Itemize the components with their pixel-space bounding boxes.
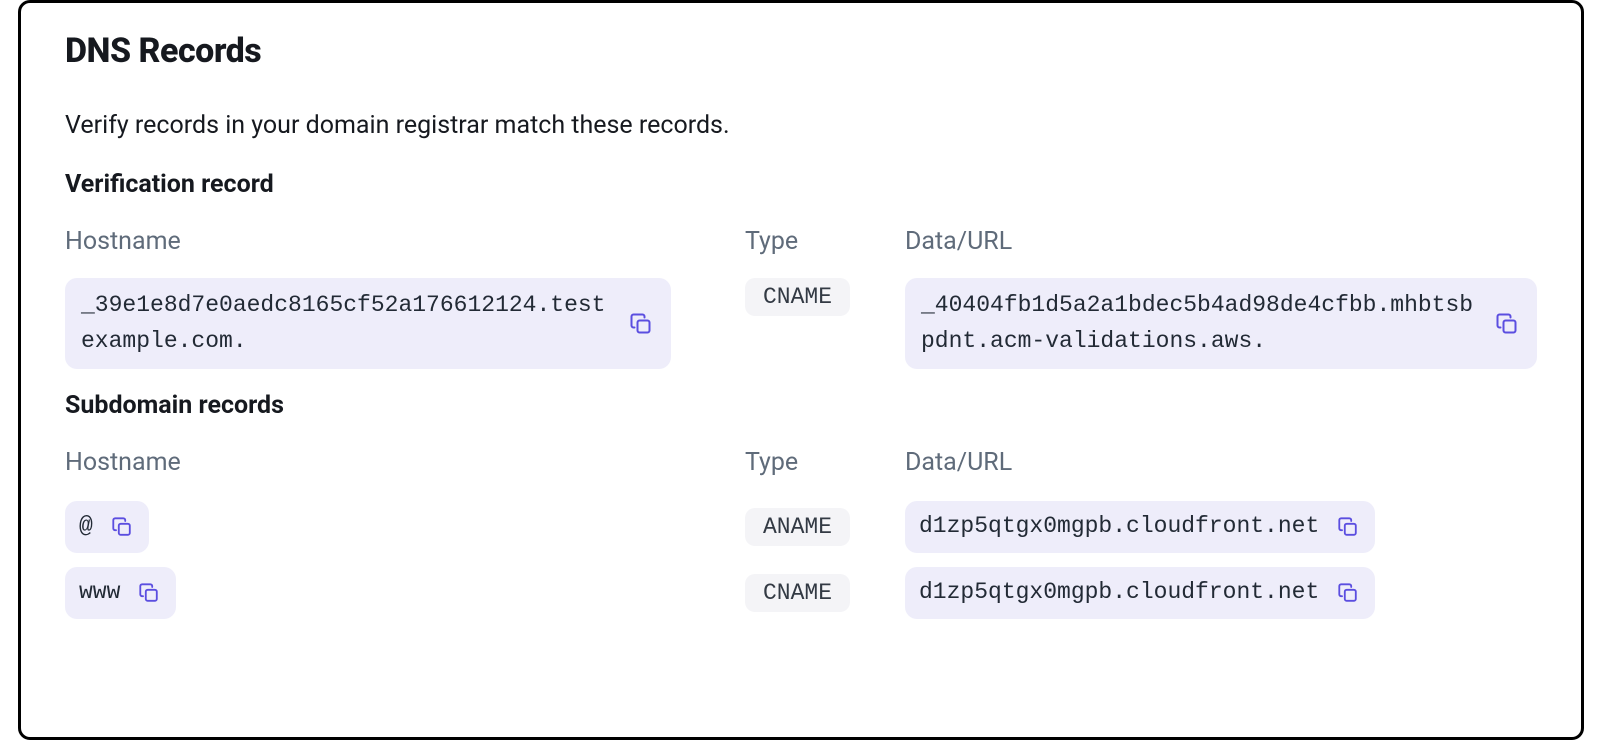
copy-button[interactable] [1335, 580, 1361, 606]
verification-record-row: _39e1e8d7e0aedc8165cf52a176612124.testex… [65, 278, 1537, 369]
subdomain-type-pill: ANAME [745, 508, 850, 546]
header-hostname: Hostname [65, 227, 745, 256]
verification-hostname-value: _39e1e8d7e0aedc8165cf52a176612124.testex… [81, 288, 611, 359]
verification-data-pill: _40404fb1d5a2a1bdec5b4ad98de4cfbb.mhbtsb… [905, 278, 1537, 369]
verification-record-label: Verification record [65, 170, 1537, 199]
subdomain-hostname-value: www [79, 575, 120, 611]
subdomain-data-pill: d1zp5qtgx0mgpb.cloudfront.net [905, 567, 1375, 619]
verification-header-row: Hostname Type Data/URL [65, 227, 1537, 256]
subdomain-hostname-pill: @ [65, 501, 149, 553]
subdomain-type-value: ANAME [763, 514, 832, 540]
subdomain-data-value: d1zp5qtgx0mgpb.cloudfront.net [919, 575, 1319, 611]
copy-icon [629, 312, 653, 336]
subdomain-records-label: Subdomain records [65, 391, 1537, 420]
subdomain-header-row: Hostname Type Data/URL [65, 448, 1537, 477]
copy-button[interactable] [1335, 514, 1361, 540]
verification-type-value: CNAME [763, 284, 832, 310]
header-type: Type [745, 227, 905, 256]
copy-icon [1337, 516, 1359, 538]
subdomain-type-value: CNAME [763, 580, 832, 606]
copy-icon [138, 582, 160, 604]
subdomain-record-row: @ ANAME d1zp5qtgx0mgpb.cloudfront.net [65, 501, 1537, 553]
copy-icon [111, 516, 133, 538]
dns-records-panel: DNS Records Verify records in your domai… [18, 0, 1584, 740]
header-data: Data/URL [905, 448, 1537, 477]
subdomain-data-value: d1zp5qtgx0mgpb.cloudfront.net [919, 509, 1319, 545]
verification-type-pill: CNAME [745, 278, 850, 316]
verification-data-value: _40404fb1d5a2a1bdec5b4ad98de4cfbb.mhbtsb… [921, 288, 1477, 359]
copy-icon [1337, 582, 1359, 604]
header-data: Data/URL [905, 227, 1537, 256]
subdomain-type-pill: CNAME [745, 574, 850, 612]
subdomain-hostname-value: @ [79, 509, 93, 545]
subdomain-data-pill: d1zp5qtgx0mgpb.cloudfront.net [905, 501, 1375, 553]
subdomain-record-row: www CNAME d1zp5qtgx0mgpb.cloudfront.net [65, 567, 1537, 619]
header-hostname: Hostname [65, 448, 745, 477]
copy-button[interactable] [1493, 310, 1521, 338]
verification-hostname-pill: _39e1e8d7e0aedc8165cf52a176612124.testex… [65, 278, 671, 369]
copy-button[interactable] [627, 310, 655, 338]
copy-button[interactable] [136, 580, 162, 606]
copy-icon [1495, 312, 1519, 336]
subdomain-hostname-pill: www [65, 567, 176, 619]
copy-button[interactable] [109, 514, 135, 540]
page-description: Verify records in your domain registrar … [65, 111, 1537, 140]
page-title: DNS Records [65, 31, 1537, 71]
header-type: Type [745, 448, 905, 477]
